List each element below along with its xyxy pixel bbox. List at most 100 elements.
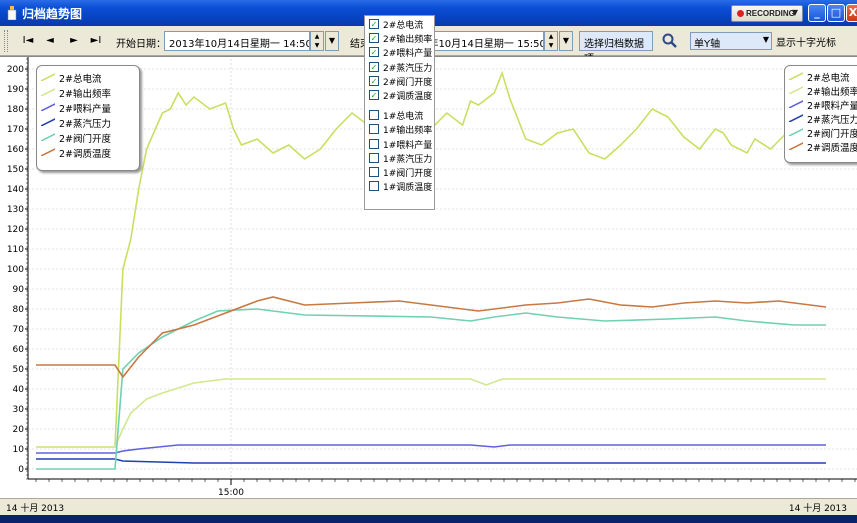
y-tick-label: 80	[13, 305, 25, 315]
y-tick-label: 0	[18, 465, 24, 475]
legend-swatch	[41, 148, 55, 156]
search-icon[interactable]	[662, 33, 678, 49]
y-tick-label: 200	[7, 65, 24, 75]
y-tick-label: 10	[13, 445, 25, 455]
series-line-2	[36, 444, 826, 454]
legend-swatch	[41, 118, 55, 126]
y-tick-label: 50	[13, 365, 25, 375]
checkbox-label: 2#喂料产量	[383, 49, 433, 60]
legend-item: 2#阀门开度	[37, 131, 139, 145]
legend-label: 2#阀门开度	[59, 134, 112, 145]
y-tick-label: 70	[13, 325, 25, 335]
legend-swatch	[789, 142, 803, 150]
checkbox-unchecked[interactable]	[369, 181, 379, 192]
checkbox-unchecked[interactable]	[369, 124, 379, 135]
y-tick-label: 150	[7, 165, 24, 175]
minimize-button[interactable]: _	[808, 4, 826, 22]
minimize-icon: _	[814, 6, 820, 19]
toolbar-grip[interactable]	[4, 30, 8, 52]
checkbox-label: 2#阀门开度	[383, 77, 433, 88]
checkbox-label: 1#蒸汽压力	[383, 154, 433, 165]
series-line-1	[36, 378, 826, 448]
legend-swatch	[41, 103, 55, 111]
series-checklist[interactable]: ✓ 2#总电流 ✓ 2#输出频率 ✓ 2#喂料产量 ✓ 2#蒸汽压力 ✓ 2#阀门开度 ✓ 2#调质温…	[364, 15, 435, 210]
start-date-label: 开始日期：	[116, 39, 166, 50]
y-tick-label: 180	[7, 105, 24, 115]
close-button[interactable]: X	[846, 4, 857, 22]
checkbox-checked[interactable]: ✓	[369, 47, 379, 58]
legend-label: 2#蒸汽压力	[59, 119, 112, 130]
checkbox-label: 2#总电流	[383, 21, 424, 31]
chevron-down-icon: ▼	[762, 35, 769, 44]
y-tick-label: 110	[7, 245, 24, 255]
crosshair-toggle[interactable]: 显示十字光标	[776, 34, 836, 49]
y-axis-mode-select[interactable]: 单Y轴 ▼	[690, 32, 772, 50]
y-tick-label: 20	[13, 425, 25, 435]
checkbox-label: 2#调质温度	[383, 92, 433, 102]
start-date-dropdown[interactable]: ▼	[325, 31, 339, 51]
checkbox-checked[interactable]: ✓	[369, 33, 379, 44]
checkbox-label: 1#总电流	[383, 112, 424, 123]
maximize-icon: □	[830, 6, 842, 19]
checkbox-unchecked[interactable]	[369, 152, 379, 163]
y-tick-label: 190	[7, 85, 24, 95]
legend-left: 2#总电流 2#输出频率 2#喂料产量 2#蒸汽压力 2#阀门开度 2#调质温度	[36, 65, 140, 171]
y-tick-label: 60	[13, 345, 25, 355]
window-bottom-edge	[0, 515, 857, 523]
series-line-3	[36, 458, 826, 464]
maximize-button[interactable]: □	[827, 4, 845, 22]
recording-dropdown[interactable]: RECORDING ▼	[731, 5, 803, 22]
close-icon: X	[848, 6, 857, 19]
x-tick-label: 15:00	[218, 488, 244, 498]
start-date-spinner[interactable]: ▲ ▼	[310, 31, 324, 51]
legend-label: 2#调质温度	[59, 149, 112, 160]
checkbox-label: 1#喂料产量	[383, 140, 433, 151]
y-tick-label: 90	[13, 285, 25, 295]
nav-first-button[interactable]: I◄	[20, 33, 36, 49]
start-date-input[interactable]: 2013年10月14日星期一 14:50:04	[164, 31, 310, 51]
nav-last-button[interactable]: ►I	[88, 33, 104, 49]
y-tick-label: 130	[7, 205, 24, 215]
legend-swatch	[41, 88, 55, 96]
legend-item: 2#喂料产量	[37, 101, 139, 115]
y-tick-label: 120	[7, 225, 24, 235]
checkbox-unchecked[interactable]	[369, 110, 379, 121]
checkbox-label: 1#阀门开度	[383, 169, 433, 179]
legend-label: 2#输出频率	[59, 89, 112, 100]
y-axis-mode-value: 单Y轴	[694, 39, 721, 50]
y-tick-label: 30	[13, 405, 25, 415]
nav-next-button[interactable]: ►	[66, 33, 82, 49]
app-icon	[7, 6, 17, 20]
legend-swatch	[789, 86, 803, 94]
legend-item: 2#蒸汽压力	[785, 112, 857, 126]
chart-area[interactable]: 0 10 20 30 40 50 60 70 80 90 100 110 120 130 140 150 160…	[0, 15, 857, 498]
select-archive-items-button[interactable]: 选择归档数据项	[579, 31, 653, 65]
legend-label: 2#总电流	[59, 74, 102, 85]
checkbox-label: 1#调质温度	[383, 183, 433, 194]
legend-item: 2#调质温度	[785, 140, 857, 154]
legend-swatch	[789, 128, 803, 136]
legend-item: 2#蒸汽压力	[37, 116, 139, 130]
recording-label: RECORDING	[746, 9, 795, 18]
legend-item: 2#输出频率	[37, 86, 139, 100]
checkbox-unchecked[interactable]	[369, 167, 379, 177]
end-date-status: 14 十月 2013	[788, 504, 847, 514]
nav-prev-button[interactable]: ◄	[42, 33, 58, 49]
end-date-dropdown[interactable]: ▼	[559, 31, 573, 51]
checkbox-checked[interactable]: ✓	[369, 61, 379, 72]
end-date-spinner[interactable]: ▲ ▼	[544, 31, 558, 51]
checkbox-checked[interactable]: ✓	[369, 19, 379, 29]
window-title: 归档趋势图	[22, 7, 83, 21]
checkbox-unchecked[interactable]	[369, 138, 379, 149]
status-bar: 14 十月 2013 14 十月 2013	[0, 498, 857, 515]
legend-item: 2#总电流	[785, 70, 857, 84]
legend-swatch	[41, 133, 55, 141]
legend-label: 2#总电流	[807, 73, 850, 84]
checkbox-checked[interactable]: ✓	[369, 75, 379, 86]
legend-swatch	[41, 73, 55, 81]
checkbox-checked[interactable]: ✓	[369, 90, 379, 100]
legend-item: 2#阀门开度	[785, 126, 857, 140]
record-dot-icon	[737, 10, 744, 17]
y-tick-label: 40	[13, 385, 25, 395]
legend-item: 2#总电流	[37, 71, 139, 85]
